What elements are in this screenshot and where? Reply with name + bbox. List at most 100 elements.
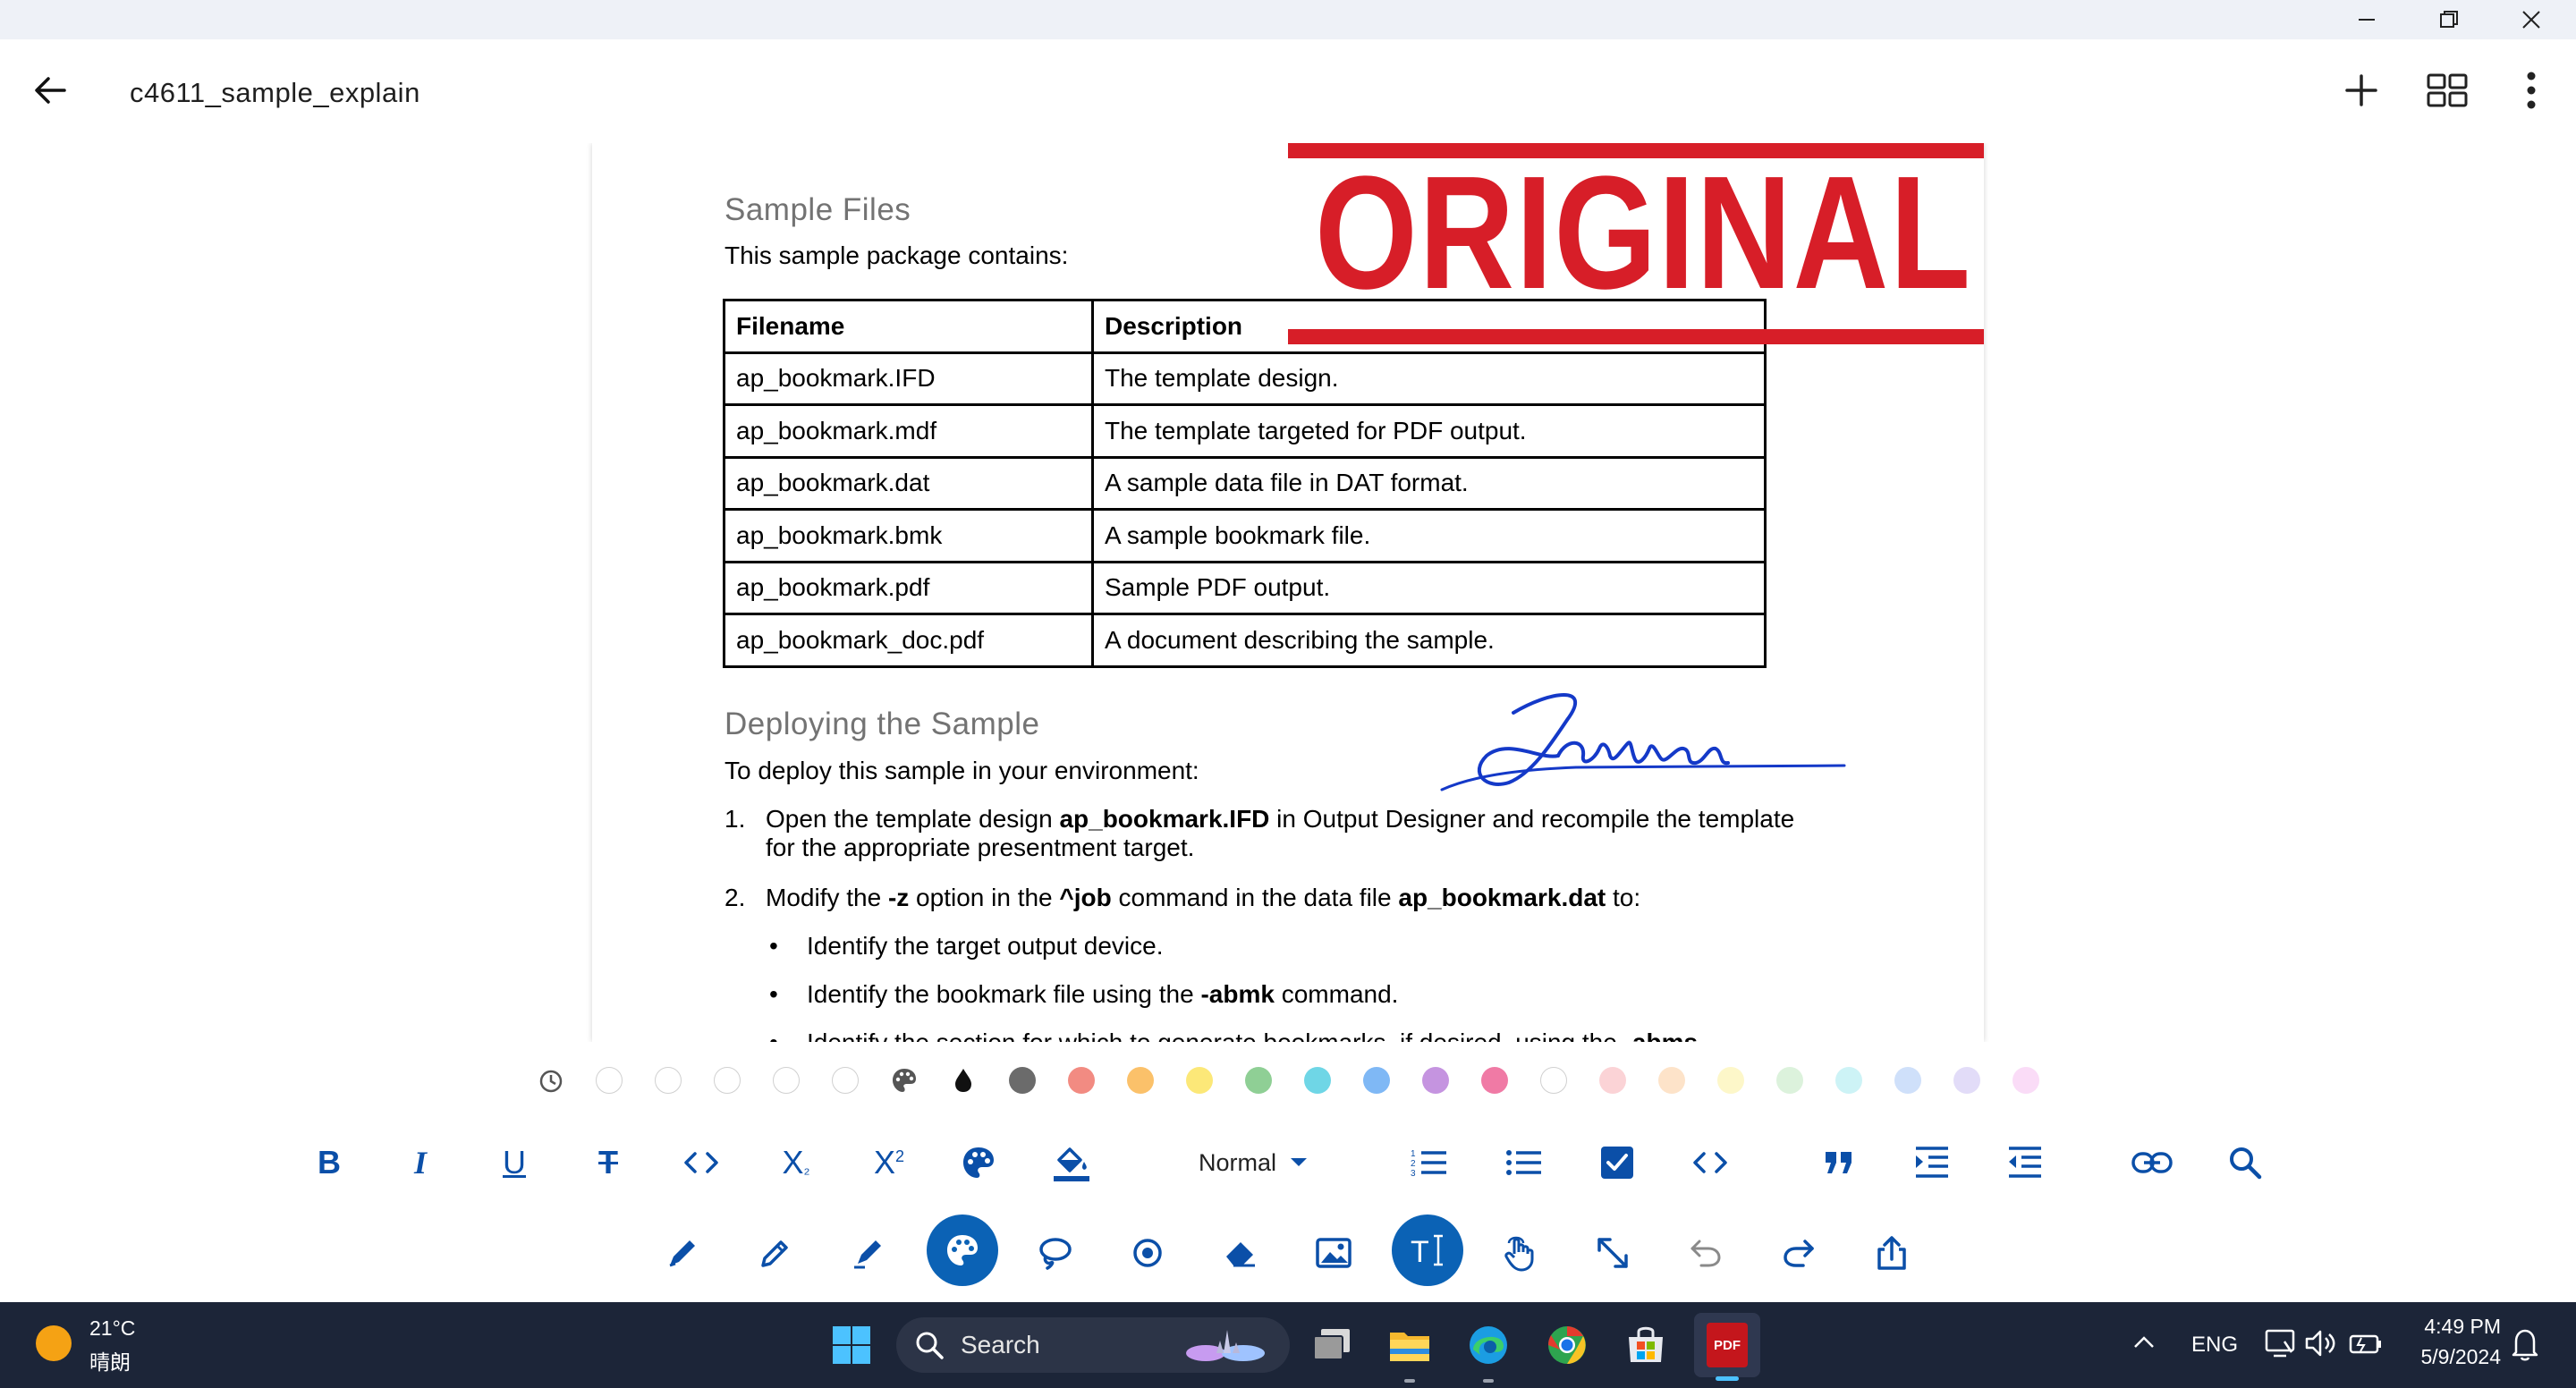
color-swatch[interactable] <box>596 1067 623 1094</box>
close-icon[interactable] <box>2488 0 2574 39</box>
color-swatch[interactable] <box>1304 1067 1331 1094</box>
expand-icon[interactable] <box>1578 1218 1648 1288</box>
color-palette-row <box>0 1042 2576 1118</box>
edge-icon[interactable] <box>1458 1315 1519 1383</box>
sample-files-table: Filename Description ap_bookmark.IFD The… <box>723 299 1767 668</box>
table-row: ap_bookmark.pdf Sample PDF output. <box>723 560 1767 615</box>
color-swatch[interactable] <box>832 1067 859 1094</box>
numbered-list-icon[interactable]: 123 <box>1402 1138 1456 1188</box>
touch-icon[interactable] <box>1485 1218 1555 1288</box>
history-icon[interactable] <box>535 1065 567 1097</box>
window-title-bar <box>0 0 2576 39</box>
superscript-icon[interactable]: X2 <box>862 1138 916 1188</box>
color-swatch[interactable] <box>1776 1067 1803 1094</box>
pdf-app-icon[interactable]: PDF <box>1694 1313 1760 1381</box>
arrow-left-icon[interactable] <box>14 55 86 126</box>
underline-icon[interactable]: U <box>487 1138 541 1188</box>
fill-color-icon[interactable] <box>1045 1138 1098 1188</box>
deploy-substeps-list: • Identify the target output device. • I… <box>766 932 1798 1042</box>
palette-icon[interactable] <box>927 1214 998 1286</box>
document-canvas[interactable]: Sample Files This sample package contain… <box>0 143 2576 1042</box>
network-icon[interactable] <box>2265 1327 2297 1364</box>
pen-icon[interactable] <box>648 1218 717 1288</box>
chevron-up-icon[interactable] <box>2131 1329 2157 1360</box>
link-icon[interactable] <box>2125 1138 2179 1188</box>
color-swatch[interactable] <box>1186 1067 1213 1094</box>
table-cell: The template design. <box>1091 351 1767 406</box>
color-swatch[interactable] <box>1540 1067 1567 1094</box>
chrome-icon[interactable] <box>1537 1315 1597 1375</box>
notification-bell-icon[interactable] <box>2510 1327 2540 1366</box>
color-swatch[interactable] <box>1658 1067 1685 1094</box>
undo-icon[interactable] <box>1671 1218 1741 1288</box>
table-row: ap_bookmark_doc.pdf A document describin… <box>723 613 1767 668</box>
strikethrough-icon[interactable]: T <box>581 1138 635 1188</box>
color-swatch[interactable] <box>1422 1067 1449 1094</box>
bold-icon[interactable]: B <box>302 1138 356 1188</box>
clock-time[interactable]: 4:49 PM <box>2415 1315 2501 1339</box>
minimize-icon[interactable] <box>2324 0 2410 39</box>
code-icon[interactable] <box>674 1138 728 1188</box>
ink-drop-icon[interactable] <box>950 1067 977 1094</box>
store-icon[interactable] <box>1615 1315 1676 1375</box>
redo-icon[interactable] <box>1764 1218 1834 1288</box>
code-block-icon[interactable] <box>1683 1138 1737 1188</box>
list-item: • Identify the target output device. <box>769 932 1164 960</box>
volume-icon[interactable] <box>2304 1327 2338 1364</box>
checkbox-icon[interactable] <box>1590 1138 1644 1188</box>
color-swatch[interactable] <box>773 1067 800 1094</box>
italic-icon[interactable]: I <box>394 1138 447 1188</box>
color-swatch[interactable] <box>1481 1067 1508 1094</box>
lasso-icon[interactable] <box>1020 1218 1089 1288</box>
color-swatch[interactable] <box>1009 1067 1036 1094</box>
table-cell: ap_bookmark.bmk <box>723 508 1094 563</box>
indent-icon[interactable] <box>1905 1138 1959 1188</box>
more-vertical-icon[interactable] <box>2496 55 2567 126</box>
table-row: ap_bookmark.IFD The template design. <box>723 351 1767 406</box>
text-icon[interactable]: T <box>1392 1214 1463 1286</box>
color-swatch[interactable] <box>1245 1067 1272 1094</box>
restore-icon[interactable] <box>2406 0 2492 39</box>
task-view-icon[interactable] <box>1302 1315 1363 1375</box>
image-icon[interactable] <box>1299 1218 1368 1288</box>
color-swatch[interactable] <box>1363 1067 1390 1094</box>
language-indicator[interactable]: ENG <box>2191 1333 2238 1358</box>
bullet-list-icon[interactable] <box>1497 1138 1551 1188</box>
file-explorer-icon[interactable] <box>1379 1315 1440 1383</box>
pdf-page[interactable]: Sample Files This sample package contain… <box>592 143 1984 1042</box>
quote-icon[interactable] <box>1812 1138 1866 1188</box>
color-swatch[interactable] <box>2012 1067 2039 1094</box>
color-swatch[interactable] <box>1835 1067 1862 1094</box>
outdent-icon[interactable] <box>1998 1138 2052 1188</box>
original-stamp[interactable]: ORIGINAL <box>1288 143 1984 345</box>
clock-date[interactable]: 5/9/2024 <box>2410 1345 2501 1369</box>
highlighter-icon[interactable] <box>834 1218 903 1288</box>
palette-icon[interactable] <box>891 1067 918 1094</box>
taskbar-search[interactable]: Search <box>896 1317 1290 1373</box>
plus-icon[interactable] <box>2326 55 2397 126</box>
grid-view-icon[interactable] <box>2411 55 2483 126</box>
text-style-value: Normal <box>1199 1148 1277 1176</box>
table-row: ap_bookmark.dat A sample data file in DA… <box>723 455 1767 511</box>
share-icon[interactable] <box>1857 1218 1927 1288</box>
battery-icon[interactable] <box>2349 1329 2383 1362</box>
color-swatch[interactable] <box>714 1067 741 1094</box>
weather-sun-icon[interactable] <box>36 1325 72 1361</box>
windows-start-icon[interactable] <box>821 1315 882 1375</box>
color-swatch[interactable] <box>1894 1067 1921 1094</box>
color-swatch[interactable] <box>1717 1067 1744 1094</box>
color-swatch[interactable] <box>655 1067 682 1094</box>
color-swatch[interactable] <box>1068 1067 1095 1094</box>
color-swatch[interactable] <box>1599 1067 1626 1094</box>
color-swatch[interactable] <box>1953 1067 1980 1094</box>
text-style-dropdown[interactable]: Normal <box>1199 1145 1309 1181</box>
table-row: ap_bookmark.mdf The template targeted fo… <box>723 403 1767 459</box>
subscript-icon[interactable]: X₂ <box>769 1138 823 1188</box>
signature-image[interactable] <box>1424 684 1871 796</box>
target-icon[interactable] <box>1113 1218 1182 1288</box>
text-color-icon[interactable] <box>952 1138 1005 1188</box>
eraser-icon[interactable] <box>1206 1218 1275 1288</box>
pencil-icon[interactable] <box>741 1218 810 1288</box>
search-icon[interactable] <box>2218 1138 2272 1188</box>
color-swatch[interactable] <box>1127 1067 1154 1094</box>
